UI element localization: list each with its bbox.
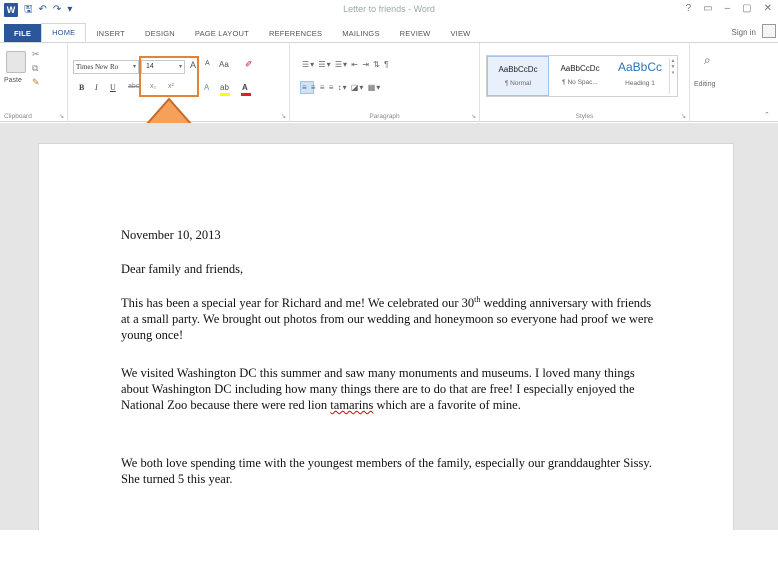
maximize-icon[interactable]: ▢	[742, 3, 751, 14]
font-name-combobox[interactable]: Times New Ro ▾	[73, 60, 139, 74]
clear-formatting-icon[interactable]: ✐	[245, 59, 253, 70]
style-normal[interactable]: AaBbCcDc ¶ Normal	[487, 56, 549, 96]
bold-button[interactable]: B	[79, 83, 84, 92]
style-preview: AaBbCcDc	[560, 64, 600, 73]
style-preview: AaBbCcDc	[498, 65, 538, 74]
tab-review[interactable]: REVIEW	[390, 29, 441, 42]
window-title: Letter to friends - Word	[343, 4, 435, 14]
clipboard-group: Paste ✂ ⧉ ✎ Clipboard ↘	[0, 43, 68, 122]
shrink-font-button[interactable]: A	[205, 60, 210, 67]
title-bar: W 🖫 ↶ ↷ ▾ Letter to friends - Word ? ▭ –…	[0, 0, 778, 22]
collapse-ribbon-icon[interactable]: ⌃	[764, 111, 770, 119]
styles-launcher-icon[interactable]: ↘	[681, 113, 686, 120]
change-case-button[interactable]: Aa	[219, 60, 229, 69]
style-no-spacing[interactable]: AaBbCcDc ¶ No Spac...	[549, 56, 611, 96]
style-name: ¶ No Spac...	[562, 79, 598, 86]
underline-button[interactable]: U	[110, 83, 116, 92]
document-canvas	[0, 123, 778, 587]
styles-label: Styles	[575, 113, 594, 120]
font-color-swatch	[241, 93, 251, 96]
letter-greeting[interactable]: Dear family and friends,	[121, 261, 243, 277]
tab-file[interactable]: FILE	[4, 24, 42, 42]
letter-date[interactable]: November 10, 2013	[121, 227, 221, 243]
font-launcher-icon[interactable]: ↘	[281, 113, 286, 120]
tab-insert[interactable]: INSERT	[86, 29, 135, 42]
styles-scrollbar[interactable]: ▲ ▼ ▾	[669, 58, 676, 94]
multilevel-list-icon[interactable]: ☰▾	[335, 60, 348, 69]
letter-paragraph-2[interactable]: We visited Washington DC this summer and…	[121, 365, 661, 413]
minimize-icon[interactable]: –	[725, 3, 731, 14]
text-effects-button[interactable]: A	[204, 83, 209, 92]
alignment-row: ≡ ≡ ≡ ≡ ↕▾ ◪▾ ▦▾	[302, 83, 381, 92]
numbering-icon[interactable]: ☰▾	[318, 60, 331, 69]
paragraph-launcher-icon[interactable]: ↘	[471, 113, 476, 120]
ordinal-suffix: th	[474, 295, 481, 304]
clipboard-launcher-icon[interactable]: ↘	[59, 113, 64, 120]
decrease-indent-icon[interactable]: ⇤	[351, 60, 359, 69]
misspelled-word[interactable]: tamarins	[330, 398, 373, 412]
ribbon: Paste ✂ ⧉ ✎ Clipboard ↘ ↘ Times New Ro ▾…	[0, 42, 778, 122]
paragraph-text: which are a favorite of mine.	[373, 398, 521, 412]
paste-icon[interactable]	[6, 51, 26, 73]
highlight-color-swatch	[220, 93, 230, 96]
styles-gallery: AaBbCcDc ¶ Normal AaBbCcDc ¶ No Spac... …	[486, 55, 678, 97]
line-spacing-icon[interactable]: ↕▾	[338, 83, 348, 92]
font-name-value: Times New Ro	[76, 63, 119, 71]
align-right-icon[interactable]: ≡	[320, 83, 326, 92]
help-icon[interactable]: ?	[686, 3, 692, 14]
highlight-button[interactable]: ab	[220, 83, 229, 92]
shading-icon[interactable]: ◪▾	[351, 83, 365, 92]
show-marks-icon[interactable]: ¶	[384, 60, 389, 69]
justify-icon[interactable]: ≡	[329, 83, 335, 92]
annotation-highlight-box	[139, 56, 199, 97]
clipboard-label: Clipboard	[4, 113, 32, 120]
sign-in-link[interactable]: Sign in	[732, 28, 756, 37]
paste-button[interactable]: Paste	[4, 77, 22, 84]
sort-icon[interactable]: ⇅	[373, 60, 381, 69]
close-icon[interactable]: ✕	[764, 3, 772, 14]
style-preview: AaBbCc	[617, 60, 663, 74]
tab-references[interactable]: REFERENCES	[259, 29, 332, 42]
bullets-icon[interactable]: ☰▾	[302, 60, 315, 69]
tab-design[interactable]: DESIGN	[135, 29, 185, 42]
window-controls: ? ▭ – ▢ ✕	[686, 3, 772, 14]
chevron-down-icon[interactable]: ▾	[133, 63, 136, 70]
letter-paragraph-3[interactable]: We both love spending time with the youn…	[121, 455, 661, 487]
letter-paragraph-1[interactable]: This has been a special year for Richard…	[121, 292, 661, 343]
ribbon-tabs: FILE HOME INSERT DESIGN PAGE LAYOUT REFE…	[0, 22, 778, 42]
tab-view[interactable]: VIEW	[440, 29, 480, 42]
tab-page-layout[interactable]: PAGE LAYOUT	[185, 29, 259, 42]
italic-button[interactable]: I	[95, 83, 98, 92]
style-name: ¶ Normal	[504, 80, 532, 87]
strikethrough-button[interactable]: abc	[128, 83, 139, 90]
paragraph-label: Paragraph	[369, 113, 400, 120]
font-color-button[interactable]: A	[242, 83, 248, 92]
style-heading-1[interactable]: AaBbCc Heading 1	[609, 56, 671, 96]
ribbon-display-icon[interactable]: ▭	[703, 3, 712, 14]
copy-icon[interactable]: ⧉	[32, 63, 38, 74]
align-center-icon[interactable]: ≡	[311, 83, 317, 92]
editing-button[interactable]: Editing	[694, 81, 715, 88]
align-left-icon[interactable]: ≡	[302, 83, 308, 92]
borders-icon[interactable]: ▦▾	[368, 83, 382, 92]
style-name: Heading 1	[625, 80, 655, 87]
tab-mailings[interactable]: MAILINGS	[332, 29, 389, 42]
format-painter-icon[interactable]: ✎	[32, 77, 40, 88]
account-icon[interactable]	[762, 24, 776, 38]
cut-icon[interactable]: ✂	[32, 49, 40, 60]
list-indent-row: ☰▾ ☰▾ ☰▾ ⇤ ⇥ ⇅ ¶	[302, 60, 389, 69]
increase-indent-icon[interactable]: ⇥	[362, 60, 370, 69]
tab-home[interactable]: HOME	[41, 23, 87, 42]
bottom-area	[0, 530, 778, 587]
binoculars-icon[interactable]: ⌕	[704, 53, 711, 68]
